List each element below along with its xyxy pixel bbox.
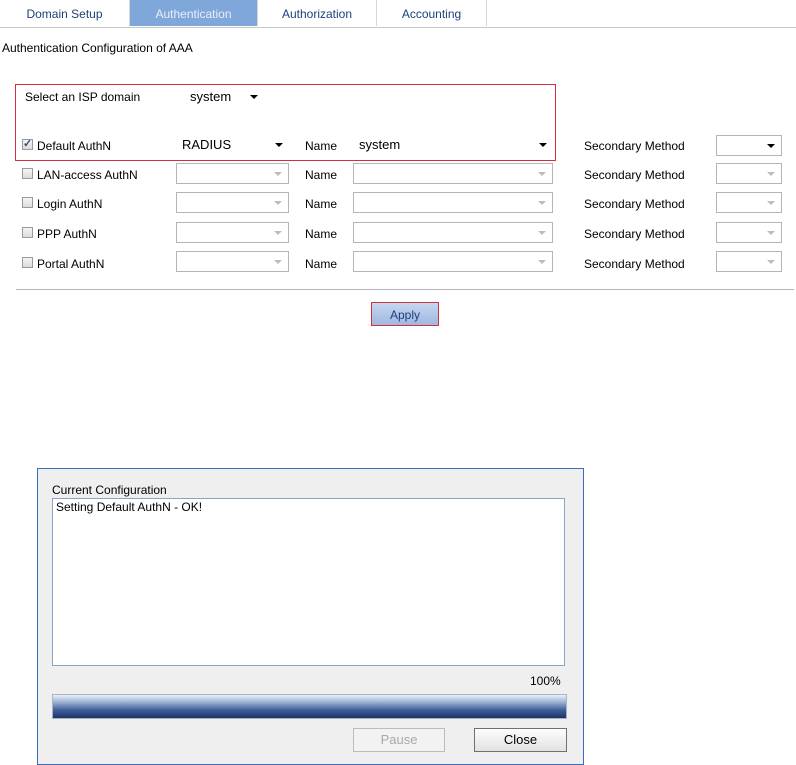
method-select-ppp-authn[interactable] bbox=[176, 222, 289, 243]
secondary-select-login-authn[interactable] bbox=[716, 192, 782, 213]
secondary-method-label: Secondary Method bbox=[584, 197, 685, 211]
chevron-down-icon bbox=[539, 143, 547, 147]
method-select-portal-authn[interactable] bbox=[176, 251, 289, 272]
progress-bar bbox=[52, 694, 567, 719]
name-select-portal-authn[interactable] bbox=[353, 251, 553, 272]
secondary-select-portal-authn[interactable] bbox=[716, 251, 782, 272]
divider bbox=[16, 289, 794, 290]
checkbox-default-authn[interactable] bbox=[22, 137, 33, 150]
tab-accounting[interactable]: Accounting bbox=[377, 0, 487, 26]
name-value: system bbox=[359, 137, 401, 152]
checkbox-portal-authn[interactable] bbox=[22, 257, 33, 268]
chevron-down-icon bbox=[767, 172, 775, 176]
secondary-select-ppp-authn[interactable] bbox=[716, 222, 782, 243]
isp-domain-label: Select an ISP domain bbox=[25, 90, 141, 104]
chevron-down-icon bbox=[538, 260, 546, 264]
chevron-down-icon bbox=[767, 201, 775, 205]
chevron-down-icon bbox=[274, 260, 282, 264]
progress-fill bbox=[53, 695, 566, 718]
name-label: Name bbox=[305, 257, 338, 271]
name-label: Name bbox=[305, 197, 338, 211]
chevron-down-icon bbox=[538, 201, 546, 205]
isp-domain-value: system bbox=[190, 89, 232, 104]
name-select-default-authn[interactable]: system bbox=[353, 135, 553, 156]
chevron-down-icon bbox=[274, 201, 282, 205]
page-title: Authentication Configuration of AAA bbox=[2, 41, 193, 55]
secondary-select-default-authn[interactable] bbox=[716, 135, 782, 156]
method-select-lan-access-authn[interactable] bbox=[176, 163, 289, 184]
method-select-default-authn[interactable]: RADIUS bbox=[176, 135, 289, 156]
checkbox-login-authn[interactable] bbox=[22, 197, 33, 208]
chevron-down-icon bbox=[767, 231, 775, 235]
row-label-ppp-authn: PPP AuthN bbox=[37, 227, 97, 241]
secondary-method-label: Secondary Method bbox=[584, 139, 685, 153]
checkbox-lan-access-authn[interactable] bbox=[22, 168, 33, 179]
chevron-down-icon bbox=[274, 172, 282, 176]
chevron-down-icon bbox=[275, 143, 283, 147]
current-configuration-dialog: Current Configuration Setting Default Au… bbox=[37, 468, 584, 765]
isp-domain-select[interactable]: system bbox=[184, 87, 264, 108]
method-select-login-authn[interactable] bbox=[176, 192, 289, 213]
tab-bar: Domain Setup Authentication Authorizatio… bbox=[0, 0, 796, 28]
tab-domain-setup[interactable]: Domain Setup bbox=[0, 0, 130, 26]
name-label: Name bbox=[305, 168, 338, 182]
name-select-ppp-authn[interactable] bbox=[353, 222, 553, 243]
close-button[interactable]: Close bbox=[474, 728, 567, 752]
log-textarea[interactable]: Setting Default AuthN - OK! bbox=[52, 498, 565, 666]
tab-authorization[interactable]: Authorization bbox=[258, 0, 377, 26]
name-label: Name bbox=[305, 227, 338, 241]
chevron-down-icon bbox=[274, 231, 282, 235]
secondary-method-label: Secondary Method bbox=[584, 257, 685, 271]
progress-percent: 100% bbox=[530, 674, 561, 688]
log-text: Setting Default AuthN - OK! bbox=[56, 500, 203, 514]
chevron-down-icon bbox=[250, 95, 258, 99]
apply-button-label: Apply bbox=[389, 308, 421, 322]
checkbox-ppp-authn[interactable] bbox=[22, 227, 33, 238]
tab-authentication[interactable]: Authentication bbox=[130, 0, 258, 26]
secondary-select-lan-access-authn[interactable] bbox=[716, 163, 782, 184]
name-select-lan-access-authn[interactable] bbox=[353, 163, 553, 184]
name-select-login-authn[interactable] bbox=[353, 192, 553, 213]
dialog-title: Current Configuration bbox=[52, 483, 167, 497]
apply-button[interactable]: Apply bbox=[371, 302, 439, 326]
chevron-down-icon bbox=[538, 231, 546, 235]
row-label-login-authn: Login AuthN bbox=[37, 197, 103, 211]
row-label-default-authn: Default AuthN bbox=[37, 139, 112, 153]
chevron-down-icon bbox=[767, 260, 775, 264]
chevron-down-icon bbox=[538, 172, 546, 176]
secondary-method-label: Secondary Method bbox=[584, 168, 685, 182]
secondary-method-label: Secondary Method bbox=[584, 227, 685, 241]
row-label-portal-authn: Portal AuthN bbox=[37, 257, 105, 271]
method-value: RADIUS bbox=[182, 137, 232, 152]
pause-button[interactable]: Pause bbox=[353, 728, 445, 752]
name-label: Name bbox=[305, 139, 338, 153]
chevron-down-icon bbox=[767, 144, 775, 148]
row-label-lan-access-authn: LAN-access AuthN bbox=[37, 168, 138, 182]
